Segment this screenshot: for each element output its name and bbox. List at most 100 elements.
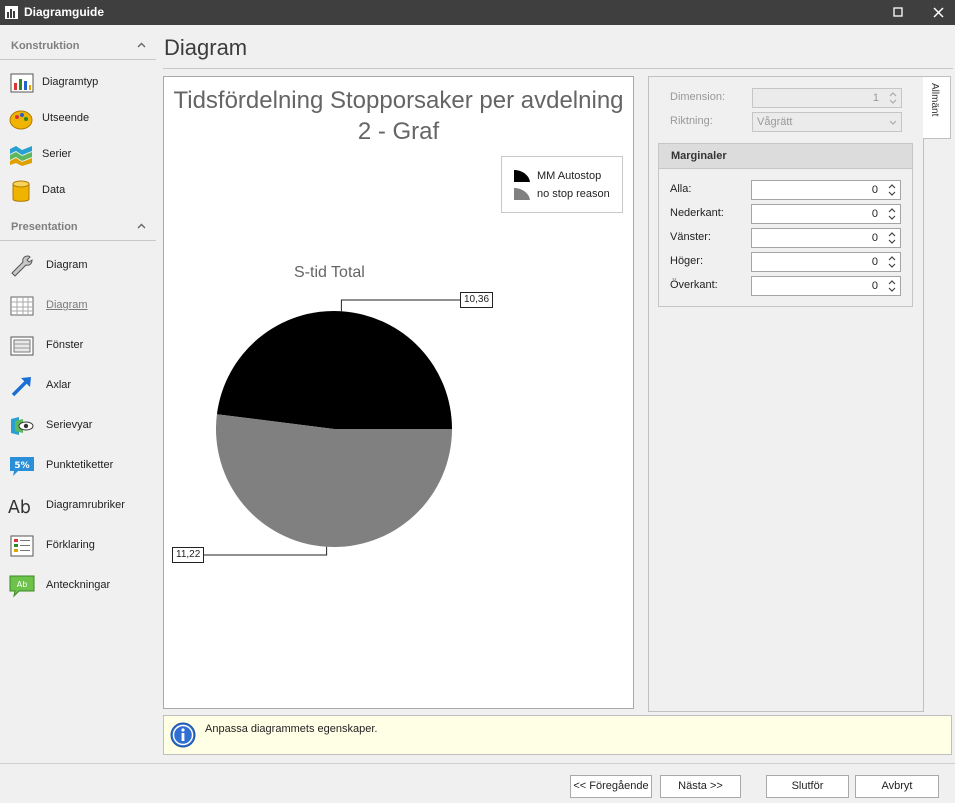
pie-slice-mm-autostop bbox=[216, 311, 452, 429]
maximize-icon bbox=[893, 7, 903, 17]
sidebar-item-label: Data bbox=[42, 184, 66, 196]
sidebar-item-label: Diagram bbox=[46, 259, 88, 271]
svg-text:5%: 5% bbox=[14, 461, 29, 471]
spinner-arrows-icon[interactable] bbox=[886, 279, 898, 293]
palette-icon bbox=[9, 110, 33, 130]
sidebar-item-serier[interactable]: Serier bbox=[0, 137, 156, 171]
group-header-presentation[interactable]: Presentation bbox=[0, 213, 156, 241]
sidebar-item-label: Diagramrubriker bbox=[46, 499, 125, 511]
margin-value: 0 bbox=[871, 256, 878, 268]
chevron-down-icon bbox=[889, 120, 897, 125]
spinner-arrows-icon[interactable] bbox=[886, 255, 898, 269]
sidebar-item-axlar[interactable]: Axlar bbox=[0, 368, 156, 402]
dimension-row: Dimension: 1 bbox=[670, 88, 922, 108]
spinner-arrows-icon bbox=[889, 92, 897, 104]
sidebar-item-label: Fönster bbox=[46, 339, 84, 351]
margins-header: Marginaler bbox=[659, 144, 912, 169]
margin-label: Höger: bbox=[670, 255, 704, 267]
sidebar-item-label: Diagram bbox=[46, 299, 88, 311]
axis-arrow-icon bbox=[11, 377, 31, 397]
close-button[interactable] bbox=[918, 0, 955, 25]
sidebar-item-label: Anteckningar bbox=[46, 579, 111, 591]
dimension-value: 1 bbox=[872, 92, 879, 104]
sidebar-item-serievyar[interactable]: Serievyar bbox=[0, 408, 156, 442]
window-icon bbox=[10, 336, 34, 356]
sidebar-item-data[interactable]: Data bbox=[0, 173, 156, 207]
margin-label: Överkant: bbox=[670, 279, 718, 291]
sidebar-item-diagramtyp[interactable]: Diagramtyp bbox=[0, 65, 156, 99]
spinner-arrows-icon[interactable] bbox=[886, 207, 898, 221]
group-header-konstruktion[interactable]: Konstruktion bbox=[0, 32, 156, 60]
cancel-button[interactable]: Avbryt bbox=[855, 775, 939, 798]
margin-right-field[interactable]: 0 bbox=[751, 252, 901, 272]
tab-general-label: Allmänt bbox=[929, 83, 940, 117]
info-message: Anpassa diagrammets egenskaper. bbox=[205, 723, 378, 735]
sidebar-item-diagram-active[interactable]: Diagram bbox=[0, 288, 156, 322]
chevron-up-icon bbox=[137, 42, 146, 48]
sidebar-item-label: Diagramtyp bbox=[42, 76, 99, 88]
tab-general[interactable]: Allmänt bbox=[923, 76, 951, 139]
point-label-icon: 5% bbox=[10, 457, 34, 476]
next-button[interactable]: Nästa >> bbox=[660, 775, 741, 798]
margin-top-field[interactable]: 0 bbox=[751, 276, 901, 296]
sidebar-item-punktetiketter[interactable]: 5% Punktetiketter bbox=[0, 448, 156, 482]
margin-row-left: Vänster: 0 bbox=[670, 228, 910, 248]
legend-icon bbox=[10, 535, 34, 557]
sidebar-item-anteckningar[interactable]: Ab Anteckningar bbox=[0, 568, 156, 602]
margin-value: 0 bbox=[871, 280, 878, 292]
pie-slice-no-stop-reason bbox=[216, 414, 452, 547]
margin-label: Vänster: bbox=[670, 231, 711, 243]
pie-chart bbox=[204, 299, 460, 556]
sidebar-item-diagramrubriker[interactable]: Ab Diagramrubriker bbox=[0, 488, 156, 522]
data-label-leader-line bbox=[340, 299, 460, 312]
svg-text:Ab: Ab bbox=[17, 580, 28, 589]
app-logo-icon bbox=[5, 6, 18, 19]
margin-row-top: Överkant: 0 bbox=[670, 276, 910, 296]
info-bar: Anpassa diagrammets egenskaper. bbox=[163, 715, 952, 755]
sidebar-item-fonster[interactable]: Fönster bbox=[0, 328, 156, 362]
direction-select[interactable]: Vågrätt bbox=[752, 112, 902, 132]
data-label-leader-line bbox=[204, 546, 328, 556]
margin-all-field[interactable]: 0 bbox=[751, 180, 901, 200]
maximize-button[interactable] bbox=[878, 0, 918, 25]
sidebar-item-diagram[interactable]: Diagram bbox=[0, 248, 156, 282]
sidebar-item-label: Punktetiketter bbox=[46, 459, 114, 471]
margin-label: Alla: bbox=[670, 183, 692, 195]
sidebar-item-label: Utseende bbox=[42, 112, 90, 124]
sidebar-item-label: Serievyar bbox=[46, 419, 93, 431]
margin-value: 0 bbox=[871, 232, 878, 244]
spinner-arrows-icon[interactable] bbox=[886, 183, 898, 197]
group-label: Presentation bbox=[11, 221, 78, 233]
margins-title: Marginaler bbox=[671, 150, 727, 162]
info-icon bbox=[170, 722, 196, 748]
sidebar-item-label: Axlar bbox=[46, 379, 72, 391]
series-icon bbox=[10, 146, 32, 166]
margin-bottom-field[interactable]: 0 bbox=[751, 204, 901, 224]
title-text-icon: Ab bbox=[8, 498, 31, 518]
data-label-no-stop-reason: 11,22 bbox=[172, 547, 205, 563]
margin-label: Nederkant: bbox=[670, 207, 724, 219]
sidebar-item-utseende[interactable]: Utseende bbox=[0, 101, 156, 135]
series-view-icon bbox=[11, 417, 34, 435]
title-divider bbox=[163, 68, 953, 69]
page-title: Diagram bbox=[164, 35, 248, 60]
grid-icon bbox=[10, 296, 34, 316]
wrench-icon bbox=[11, 255, 33, 277]
spinner-arrows-icon[interactable] bbox=[886, 231, 898, 245]
data-label-mm-autostop: 10,36 bbox=[460, 292, 494, 308]
margin-left-field[interactable]: 0 bbox=[751, 228, 901, 248]
window-title: Diagramguide bbox=[24, 5, 105, 19]
finish-button[interactable]: Slutför bbox=[766, 775, 849, 798]
dimension-field[interactable]: 1 bbox=[752, 88, 902, 108]
sidebar-item-label: Serier bbox=[42, 148, 72, 160]
sidebar-item-label: Förklaring bbox=[46, 539, 95, 551]
group-label: Konstruktion bbox=[11, 40, 80, 52]
sidebar-item-forklaring[interactable]: Förklaring bbox=[0, 528, 156, 562]
previous-button[interactable]: << Föregående bbox=[570, 775, 652, 798]
chart-preview: Tidsfördelning Stopporsaker per avdelnin… bbox=[163, 76, 634, 709]
chart-type-icon bbox=[10, 73, 34, 93]
annotation-icon: Ab bbox=[9, 575, 35, 598]
direction-row: Riktning: Vågrätt bbox=[670, 112, 922, 132]
sidebar: Konstruktion Diagramtyp Utseende Serier … bbox=[0, 25, 160, 765]
window-titlebar: Diagramguide bbox=[0, 0, 955, 25]
